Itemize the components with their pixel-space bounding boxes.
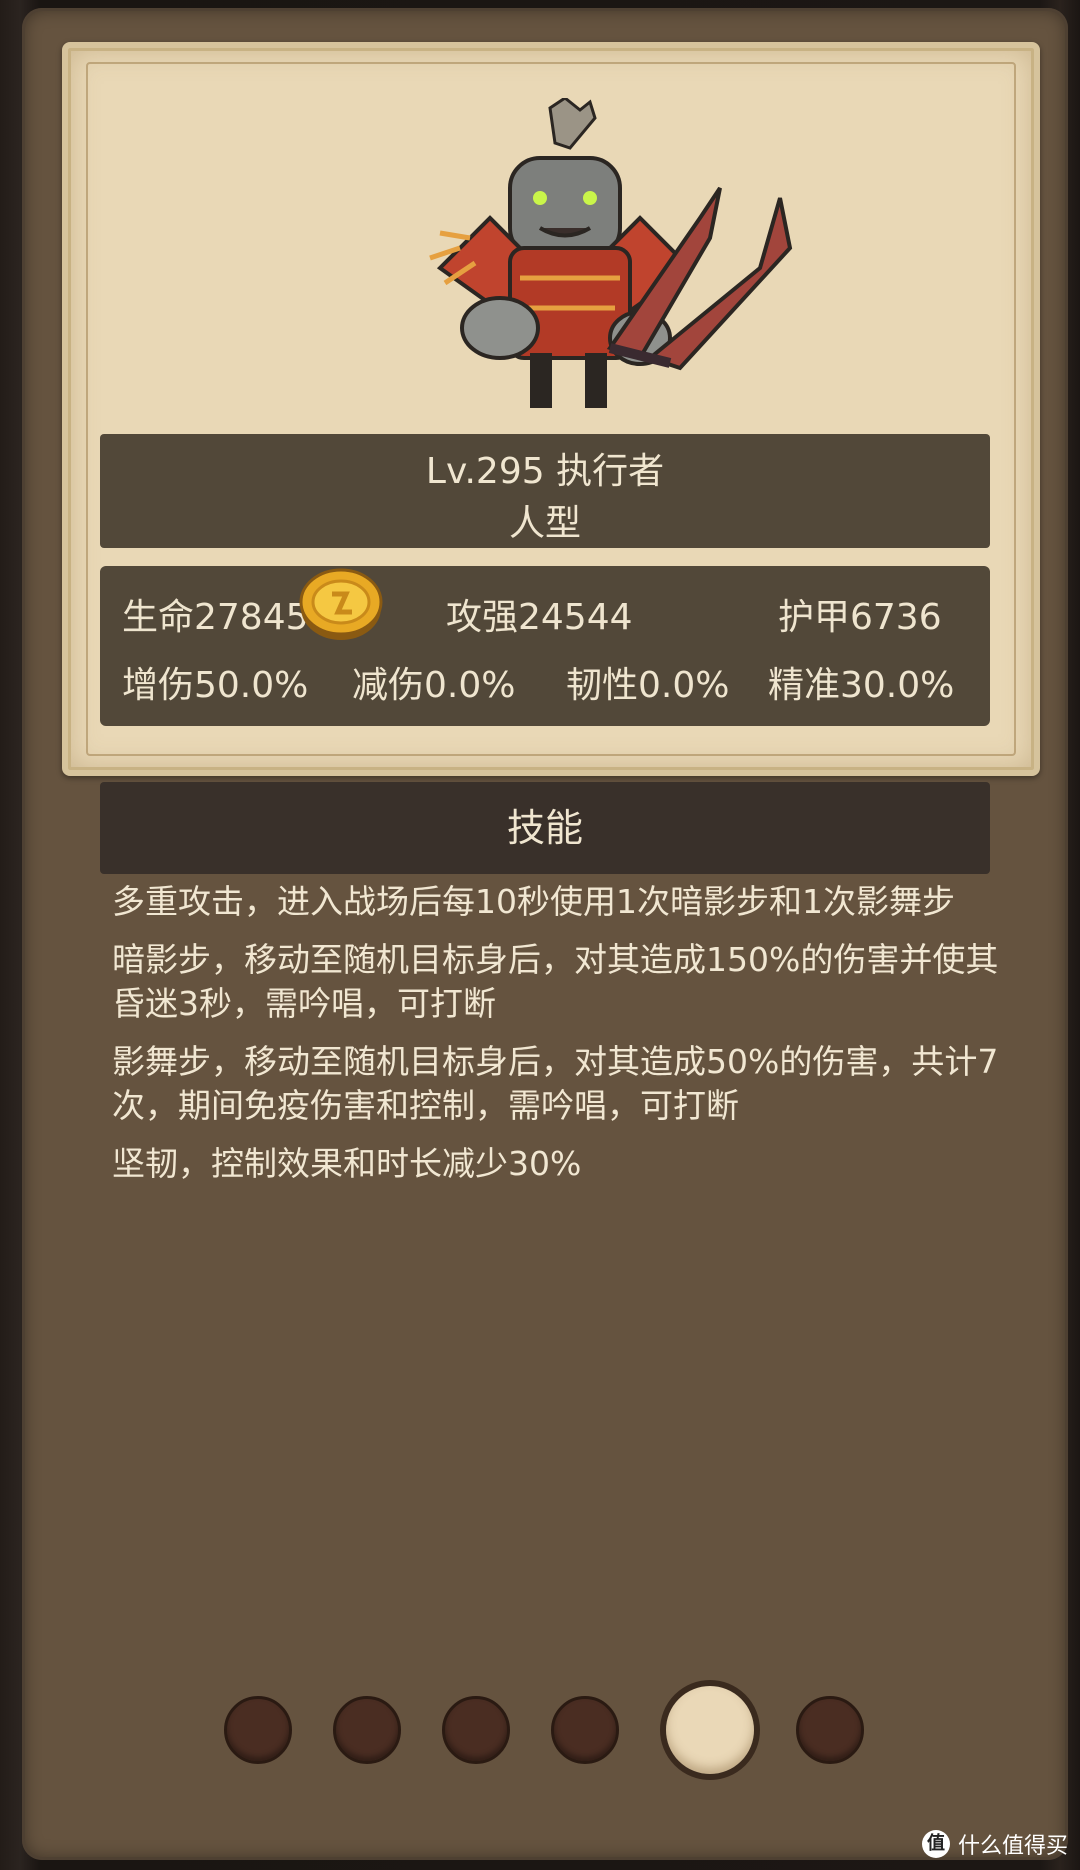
skill-description: 暗影步，移动至随机目标身后，对其造成150%的伤害并使其昏迷3秒，需吟唱，可打断: [112, 940, 999, 1023]
stat-damage-down: 减伤0.0%: [352, 665, 516, 706]
skill-description: 坚韧，控制效果和时长减少30%: [112, 1144, 582, 1183]
page-indicator: [0, 1680, 1080, 1790]
skill-description: 影舞步，移动至随机目标身后，对其造成50%的伤害，共计7次，期间免疫伤害和控制，…: [112, 1042, 999, 1125]
orc-executioner-avatar: [429, 98, 793, 408]
stat-hp: 生命27845: [122, 597, 309, 638]
page-dot[interactable]: [796, 1696, 864, 1764]
page-dot[interactable]: [442, 1696, 510, 1764]
watermark-logo-icon: 值: [921, 1830, 950, 1858]
stat-attack: 攻强24544: [446, 597, 633, 638]
stat-precision: 精准30.0%: [768, 665, 955, 706]
monster-type: 人型: [508, 503, 581, 544]
page-dot[interactable]: [333, 1696, 401, 1764]
skill-section-title: 技能: [100, 782, 990, 874]
skill-description: 多重攻击，进入战场后每10秒使用1次暗影步和1次影舞步: [112, 882, 955, 921]
page-dot-active[interactable]: [660, 1680, 760, 1780]
stat-damage-up: 增伤50.0%: [122, 665, 309, 706]
stat-armor: 护甲6736: [778, 597, 942, 638]
watermark: 值 什么值得买: [921, 1828, 1068, 1860]
skill-list: 多重攻击，进入战场后每10秒使用1次暗影步和1次影舞步 暗影步，移动至随机目标身…: [112, 880, 1002, 1200]
monster-name-banner: Lv.295 执行者 人型: [100, 434, 990, 548]
stats-box: 生命27845 攻强24544 护甲6736 增伤50.0% 减伤0.0% 韧性…: [100, 566, 990, 726]
watermark-text: 什么值得买: [957, 1834, 1068, 1859]
monster-level-name: Lv.295 执行者: [425, 451, 665, 492]
stat-toughness: 韧性0.0%: [566, 665, 730, 706]
page-dot[interactable]: [224, 1696, 292, 1764]
page-dot[interactable]: [551, 1696, 619, 1764]
gold-coin-icon[interactable]: [298, 566, 384, 642]
